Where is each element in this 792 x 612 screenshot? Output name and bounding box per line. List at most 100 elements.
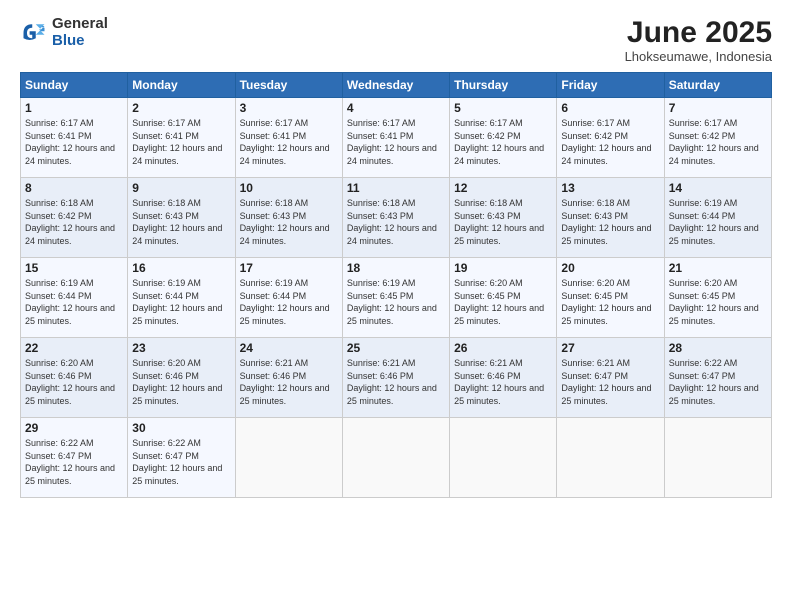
day-info: Sunrise: 6:19 AMSunset: 6:45 PMDaylight:… (347, 277, 445, 327)
day-number: 3 (240, 101, 338, 115)
calendar-week-2: 8 Sunrise: 6:18 AMSunset: 6:42 PMDaylight… (21, 178, 772, 258)
calendar-cell (664, 418, 771, 498)
day-info: Sunrise: 6:22 AMSunset: 6:47 PMDaylight:… (132, 437, 230, 487)
day-number: 12 (454, 181, 552, 195)
calendar-cell: 10 Sunrise: 6:18 AMSunset: 6:43 PMDayligh… (235, 178, 342, 258)
calendar-table: SundayMondayTuesdayWednesdayThursdayFrid… (20, 72, 772, 498)
day-info: Sunrise: 6:21 AMSunset: 6:46 PMDaylight:… (454, 357, 552, 407)
day-info: Sunrise: 6:22 AMSunset: 6:47 PMDaylight:… (669, 357, 767, 407)
day-number: 5 (454, 101, 552, 115)
calendar-cell: 30 Sunrise: 6:22 AMSunset: 6:47 PMDayligh… (128, 418, 235, 498)
day-info: Sunrise: 6:18 AMSunset: 6:43 PMDaylight:… (240, 197, 338, 247)
calendar-cell: 4Sunrise: 6:17 AMSunset: 6:41 PMDaylight… (342, 98, 449, 178)
day-number: 30 (132, 421, 230, 435)
day-info: Sunrise: 6:20 AMSunset: 6:46 PMDaylight:… (25, 357, 123, 407)
day-info: Sunrise: 6:19 AMSunset: 6:44 PMDaylight:… (132, 277, 230, 327)
calendar-cell: 12 Sunrise: 6:18 AMSunset: 6:43 PMDayligh… (450, 178, 557, 258)
day-number: 8 (25, 181, 123, 195)
weekday-header-tuesday: Tuesday (235, 73, 342, 98)
day-info: Sunrise: 6:20 AMSunset: 6:45 PMDaylight:… (454, 277, 552, 327)
weekday-header-row: SundayMondayTuesdayWednesdayThursdayFrid… (21, 73, 772, 98)
day-number: 22 (25, 341, 123, 355)
day-info: Sunrise: 6:21 AMSunset: 6:46 PMDaylight:… (240, 357, 338, 407)
weekday-header-sunday: Sunday (21, 73, 128, 98)
weekday-header-friday: Friday (557, 73, 664, 98)
day-info: Sunrise: 6:21 AMSunset: 6:46 PMDaylight:… (347, 357, 445, 407)
calendar-cell: 11Sunrise: 6:18 AMSunset: 6:43 PMDayligh… (342, 178, 449, 258)
day-info: Sunrise: 6:18 AMSunset: 6:42 PMDaylight:… (25, 197, 123, 247)
logo-general: General (52, 16, 108, 33)
calendar-cell: 22 Sunrise: 6:20 AMSunset: 6:46 PMDayligh… (21, 338, 128, 418)
calendar-week-5: 29 Sunrise: 6:22 AMSunset: 6:47 PMDayligh… (21, 418, 772, 498)
calendar-cell: 1Sunrise: 6:17 AMSunset: 6:41 PMDaylight… (21, 98, 128, 178)
day-number: 27 (561, 341, 659, 355)
day-number: 25 (347, 341, 445, 355)
day-number: 23 (132, 341, 230, 355)
calendar-cell: 20Sunrise: 6:20 AMSunset: 6:45 PMDayligh… (557, 258, 664, 338)
day-number: 9 (132, 181, 230, 195)
day-info: Sunrise: 6:22 AMSunset: 6:47 PMDaylight:… (25, 437, 123, 487)
day-number: 29 (25, 421, 123, 435)
calendar-week-1: 1Sunrise: 6:17 AMSunset: 6:41 PMDaylight… (21, 98, 772, 178)
calendar-cell: 27 Sunrise: 6:21 AMSunset: 6:47 PMDayligh… (557, 338, 664, 418)
calendar-cell: 23Sunrise: 6:20 AMSunset: 6:46 PMDayligh… (128, 338, 235, 418)
day-number: 2 (132, 101, 230, 115)
title-block: June 2025 Lhokseumawe, Indonesia (625, 16, 772, 64)
calendar-week-3: 15 Sunrise: 6:19 AMSunset: 6:44 PMDayligh… (21, 258, 772, 338)
calendar-cell: 7Sunrise: 6:17 AMSunset: 6:42 PMDaylight… (664, 98, 771, 178)
calendar-cell: 25 Sunrise: 6:21 AMSunset: 6:46 PMDayligh… (342, 338, 449, 418)
calendar-cell: 5 Sunrise: 6:17 AMSunset: 6:42 PMDaylight… (450, 98, 557, 178)
day-number: 20 (561, 261, 659, 275)
day-info: Sunrise: 6:17 AMSunset: 6:41 PMDaylight:… (132, 117, 230, 167)
day-info: Sunrise: 6:17 AMSunset: 6:42 PMDaylight:… (454, 117, 552, 167)
calendar-cell: 28 Sunrise: 6:22 AMSunset: 6:47 PMDayligh… (664, 338, 771, 418)
day-number: 16 (132, 261, 230, 275)
day-info: Sunrise: 6:17 AMSunset: 6:41 PMDaylight:… (25, 117, 123, 167)
weekday-header-saturday: Saturday (664, 73, 771, 98)
calendar-cell: 8 Sunrise: 6:18 AMSunset: 6:42 PMDaylight… (21, 178, 128, 258)
calendar-cell: 17Sunrise: 6:19 AMSunset: 6:44 PMDayligh… (235, 258, 342, 338)
day-info: Sunrise: 6:19 AMSunset: 6:44 PMDaylight:… (240, 277, 338, 327)
day-number: 28 (669, 341, 767, 355)
day-number: 4 (347, 101, 445, 115)
calendar-week-4: 22 Sunrise: 6:20 AMSunset: 6:46 PMDayligh… (21, 338, 772, 418)
calendar-cell (342, 418, 449, 498)
calendar-cell: 16 Sunrise: 6:19 AMSunset: 6:44 PMDayligh… (128, 258, 235, 338)
calendar-cell: 19 Sunrise: 6:20 AMSunset: 6:45 PMDayligh… (450, 258, 557, 338)
calendar-cell: 3 Sunrise: 6:17 AMSunset: 6:41 PMDaylight… (235, 98, 342, 178)
calendar-cell: 14Sunrise: 6:19 AMSunset: 6:44 PMDayligh… (664, 178, 771, 258)
calendar-cell (557, 418, 664, 498)
calendar-cell: 9 Sunrise: 6:18 AMSunset: 6:43 PMDaylight… (128, 178, 235, 258)
calendar-cell (235, 418, 342, 498)
weekday-header-thursday: Thursday (450, 73, 557, 98)
logo-icon (20, 19, 48, 47)
day-number: 19 (454, 261, 552, 275)
day-info: Sunrise: 6:21 AMSunset: 6:47 PMDaylight:… (561, 357, 659, 407)
calendar-cell: 2 Sunrise: 6:17 AMSunset: 6:41 PMDaylight… (128, 98, 235, 178)
weekday-header-wednesday: Wednesday (342, 73, 449, 98)
day-info: Sunrise: 6:17 AMSunset: 6:42 PMDaylight:… (561, 117, 659, 167)
day-info: Sunrise: 6:19 AMSunset: 6:44 PMDaylight:… (25, 277, 123, 327)
calendar-cell: 24 Sunrise: 6:21 AMSunset: 6:46 PMDayligh… (235, 338, 342, 418)
day-info: Sunrise: 6:18 AMSunset: 6:43 PMDaylight:… (132, 197, 230, 247)
day-number: 10 (240, 181, 338, 195)
day-number: 26 (454, 341, 552, 355)
day-info: Sunrise: 6:17 AMSunset: 6:41 PMDaylight:… (240, 117, 338, 167)
logo: General Blue (20, 16, 108, 49)
day-number: 24 (240, 341, 338, 355)
day-number: 13 (561, 181, 659, 195)
day-number: 6 (561, 101, 659, 115)
day-number: 18 (347, 261, 445, 275)
calendar-cell: 26 Sunrise: 6:21 AMSunset: 6:46 PMDayligh… (450, 338, 557, 418)
day-number: 21 (669, 261, 767, 275)
logo-blue: Blue (52, 33, 108, 50)
day-number: 7 (669, 101, 767, 115)
day-info: Sunrise: 6:18 AMSunset: 6:43 PMDaylight:… (454, 197, 552, 247)
weekday-header-monday: Monday (128, 73, 235, 98)
day-number: 11 (347, 181, 445, 195)
month-title: June 2025 (625, 16, 772, 49)
calendar-cell (450, 418, 557, 498)
day-number: 15 (25, 261, 123, 275)
page-header: General Blue June 2025 Lhokseumawe, Indo… (20, 16, 772, 64)
logo-text: General Blue (52, 16, 108, 49)
